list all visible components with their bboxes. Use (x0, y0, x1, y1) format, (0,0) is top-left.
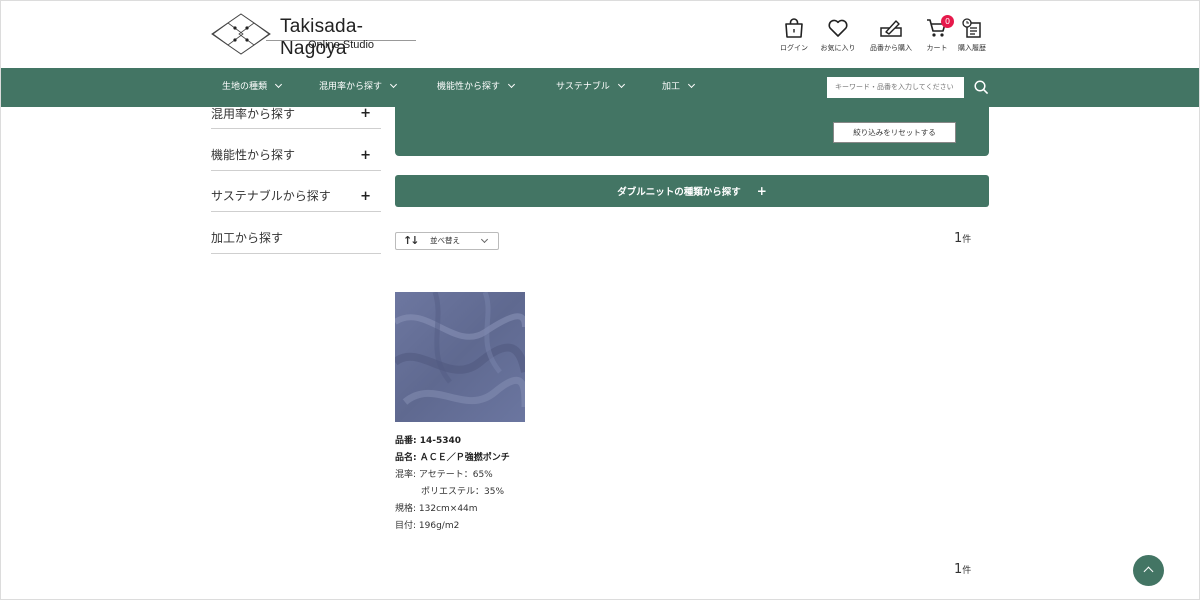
product-card[interactable]: 品番: 14-5340 品名: ＡＣＥ／Ｐ強撚ポンチ 混率: アセテート：65%… (395, 292, 535, 535)
sidebar-item-sustainable[interactable]: サステナブルから探す + (211, 171, 381, 212)
history-link[interactable]: 購入履歴 (950, 18, 994, 53)
order-by-number-label: 品番から購入 (870, 44, 912, 52)
chevron-down-icon (480, 235, 489, 244)
result-count-top: 1件 (954, 231, 971, 246)
chevron-down-icon (389, 80, 398, 89)
sort-select[interactable]: ↑↓ 並べ替え (395, 232, 499, 250)
chevron-down-icon (617, 80, 625, 89)
product-weight: 目付: 196g/m2 (395, 521, 460, 531)
expand-plus-icon[interactable]: + (360, 106, 371, 121)
order-by-number-link[interactable]: 品番から購入 (869, 18, 913, 53)
nav-item-label: 生地の種類 (222, 82, 268, 92)
back-to-top-button[interactable] (1133, 555, 1164, 586)
nav-item-label: 混用率から探す (319, 82, 383, 92)
product-info: 品番: 14-5340 品名: ＡＣＥ／Ｐ強撚ポンチ 混率: アセテート：65%… (395, 433, 535, 535)
product-number[interactable]: 品番: 14-5340 (395, 433, 535, 450)
pencil-pad-icon (880, 20, 902, 37)
category-filter-label: ダブルニットの種類から探す (617, 187, 741, 198)
nav-item-label: 加工 (662, 82, 681, 92)
chevron-down-icon (687, 80, 696, 89)
product-composition: 混率: アセテート：65% (395, 470, 493, 480)
sidebar-item-label: サステナブルから探す (211, 189, 331, 203)
nav-item-label: 機能性から探す (437, 82, 501, 92)
sidebar-item-processing[interactable]: 加工から探す (211, 212, 381, 254)
logo-subtitle: Online Studio (308, 39, 375, 51)
sidebar-item-function[interactable]: 機能性から探す + (211, 129, 381, 171)
nav-item-fabric-type[interactable]: 生地の種類 (222, 68, 283, 107)
result-count-bottom: 1件 (954, 562, 971, 577)
site-logo[interactable]: Takisada-Nagoya Online Studio (210, 12, 420, 59)
nav-item-blend-ratio[interactable]: 混用率から探す (319, 68, 398, 107)
result-count-unit: 件 (962, 235, 972, 245)
product-name[interactable]: 品名: ＡＣＥ／Ｐ強撚ポンチ (395, 450, 535, 467)
expand-plus-icon: + (756, 184, 767, 198)
favorites-link[interactable]: お気に入り (816, 18, 860, 53)
heart-icon (828, 19, 848, 37)
category-filter-bar[interactable]: ダブルニットの種類から探す + (395, 175, 989, 207)
expand-plus-icon[interactable]: + (360, 189, 371, 204)
sidebar-item-label: 加工から探す (211, 230, 284, 245)
nav-item-label: サステナブル (556, 82, 610, 92)
product-size: 規格: 132cm×44m (395, 504, 478, 514)
sidebar-item-label: 機能性から探す (211, 147, 296, 162)
history-label: 購入履歴 (958, 44, 986, 52)
sort-label: 並べ替え (430, 236, 460, 245)
expand-plus-icon[interactable]: + (360, 148, 371, 163)
sidebar: 混用率から探す + 機能性から探す + サステナブルから探す + 加工から探す (211, 106, 381, 254)
product-image[interactable] (395, 292, 525, 422)
history-icon (962, 18, 981, 38)
product-composition-2: ポリエステル：35% (421, 487, 505, 497)
login-link[interactable]: ログイン (772, 18, 816, 53)
logo-title: Takisada-Nagoya (280, 16, 364, 59)
sort-arrows-icon: ↑↓ (403, 234, 420, 247)
search-icon[interactable] (974, 80, 989, 95)
favorites-label: お気に入り (820, 44, 856, 52)
sidebar-item-label: 混用率から探す (211, 107, 296, 121)
sidebar-item-blend-ratio[interactable]: 混用率から探す + (211, 106, 381, 129)
result-count-unit: 件 (962, 566, 972, 576)
reset-filters-button[interactable]: 絞り込みをリセットする (833, 122, 956, 143)
chevron-down-icon (507, 80, 516, 89)
search-input[interactable] (827, 77, 964, 98)
shopping-bag-icon (785, 18, 803, 38)
chevron-down-icon (274, 80, 283, 89)
header-icons: ログイン お気に入り 品番から購入 0 カート 購入履歴 (776, 15, 994, 58)
login-label: ログイン (780, 44, 808, 52)
logo-diamond-icon (211, 13, 271, 55)
